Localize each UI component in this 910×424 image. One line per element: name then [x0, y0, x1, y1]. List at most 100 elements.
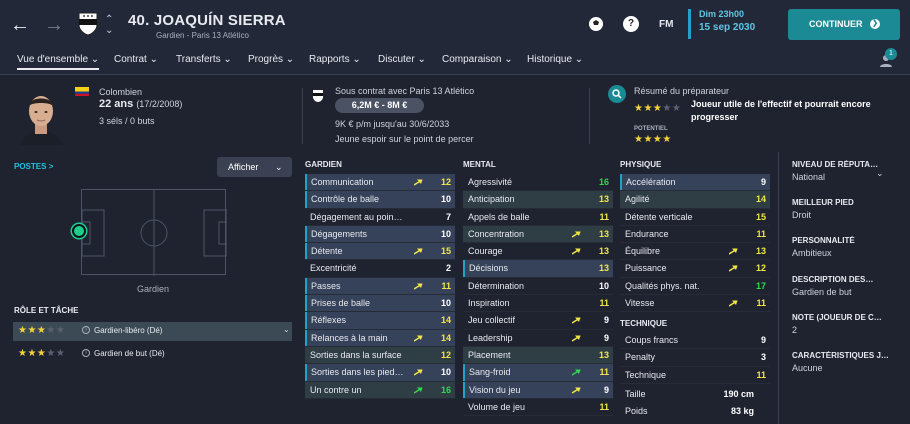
scout-report-button[interactable]	[608, 85, 626, 103]
info-heading: NOTE (JOUEUR DE C…	[792, 313, 882, 322]
attribute-row[interactable]: Relances à la main 14	[305, 329, 455, 347]
attribute-row[interactable]: Courage 13	[463, 243, 613, 261]
player-avatar	[20, 96, 62, 145]
attribute-row[interactable]: Accélération 9	[620, 174, 770, 192]
tab-compare[interactable]: Comparaison ⌄	[442, 54, 513, 65]
role-stars: ★★★★★	[18, 348, 66, 359]
attribute-row[interactable]: Sang-froid 11	[463, 364, 613, 382]
attribute-name: Concentration	[468, 228, 525, 239]
attribute-value: 2	[445, 263, 451, 274]
attribute-row[interactable]: Sorties dans la surface 12	[305, 346, 455, 365]
continue-button[interactable]: CONTINUER ❯	[788, 9, 900, 40]
back-arrow-icon[interactable]: ←	[10, 15, 30, 35]
attribute-value: 13	[598, 263, 609, 274]
attribute-row[interactable]: Taille 190 cm	[620, 386, 770, 403]
positions-link[interactable]: POSTES >	[14, 162, 53, 171]
trend-arrow-icon	[414, 179, 423, 186]
info-icon[interactable]: i	[82, 326, 90, 334]
attribute-value: 14	[755, 194, 766, 205]
attribute-row[interactable]: Agressivité 16	[463, 174, 613, 192]
info-icon[interactable]: i	[82, 349, 90, 357]
attribute-row[interactable]: Vision du jeu 9	[463, 381, 613, 399]
attribute-row[interactable]: Vitesse 11	[620, 295, 770, 313]
tab-history[interactable]: Historique ⌄	[527, 54, 583, 65]
show-dropdown[interactable]: Afficher ⌄	[217, 157, 292, 177]
attribute-row[interactable]: Communication 12	[305, 174, 455, 192]
attribute-name: Passes	[311, 280, 341, 291]
tab-label: Transferts	[176, 54, 221, 65]
attribute-row[interactable]: Passes 11	[305, 277, 455, 296]
attribute-row[interactable]: Technique 11	[620, 367, 770, 384]
attribute-row[interactable]: Équilibre 13	[620, 243, 770, 261]
attribute-row[interactable]: Penalty 3	[620, 349, 770, 367]
tab-discuss[interactable]: Discuter ⌄	[378, 54, 426, 65]
attribute-row[interactable]: Un contre un 16	[305, 381, 455, 399]
wage-info: 9K € p/m jusqu'au 30/6/2033	[335, 119, 450, 129]
technique-title: TECHNIQUE	[620, 319, 668, 328]
attribute-row[interactable]: Poids 83 kg	[620, 403, 770, 420]
attribute-row[interactable]: Contrôle de balle 10	[305, 191, 455, 209]
attribute-row[interactable]: Prises de balle 10	[305, 295, 455, 313]
notification-badge: 1	[885, 48, 897, 60]
separator	[302, 88, 303, 144]
attribute-row[interactable]: Endurance 11	[620, 226, 770, 244]
attribute-row[interactable]: Sorties dans les pied… 10	[305, 364, 455, 382]
attribute-value: 13	[598, 228, 609, 239]
chevron-down-icon[interactable]: ⌄	[283, 325, 290, 334]
attribute-name: Appels de balle	[468, 211, 530, 222]
attribute-row[interactable]: Coups francs 9	[620, 332, 770, 350]
attribute-row[interactable]: Volume de jeu 11	[463, 399, 613, 417]
attribute-row[interactable]: Qualités phys. nat. 17	[620, 278, 770, 296]
ball-icon[interactable]	[588, 16, 604, 32]
attribute-row[interactable]: Inspiration 11	[463, 295, 613, 313]
attribute-row[interactable]: Dégagement au poin… 7	[305, 209, 455, 226]
tab-nav: Vue d'ensemble ⌄ Contrat ⌄ Transferts ⌄ …	[0, 50, 910, 74]
attribute-value: 11	[599, 367, 609, 378]
tab-transfers[interactable]: Transferts ⌄	[176, 54, 232, 65]
tab-progress[interactable]: Progrès ⌄	[248, 54, 294, 65]
tab-contract[interactable]: Contrat ⌄	[114, 54, 158, 65]
player-age: 22 ans (17/2/2008)	[99, 98, 182, 110]
role-row[interactable]: ★★★★★ i Gardien de but (Dé)	[13, 345, 292, 364]
attribute-row[interactable]: Leadership 9	[463, 330, 613, 347]
attribute-value: 11	[756, 369, 766, 380]
forward-arrow-icon[interactable]: →	[44, 15, 64, 35]
attribute-row[interactable]: Détente verticale 15	[620, 209, 770, 226]
attribute-row[interactable]: Placement 13	[463, 346, 613, 365]
attribute-row[interactable]: Concentration 13	[463, 225, 613, 244]
attribute-row[interactable]: Décisions 13	[463, 260, 613, 278]
attribute-row[interactable]: Anticipation 13	[463, 191, 613, 209]
role-row[interactable]: ★★★★★ i Gardien-libéro (Dé) ⌄	[13, 322, 292, 341]
attribute-value: 11	[599, 298, 609, 309]
fm-menu-label[interactable]: FM	[659, 19, 673, 30]
attribute-name: Puissance	[625, 263, 667, 274]
help-icon[interactable]: ?	[623, 16, 639, 32]
tab-overview[interactable]: Vue d'ensemble ⌄	[17, 54, 100, 70]
roles-title: RÔLE ET TÂCHE	[14, 306, 79, 315]
attribute-name: Détermination	[468, 280, 525, 291]
player-switch-icon[interactable]: ⌃ ⌄	[105, 14, 113, 36]
info-value: Aucune	[792, 363, 823, 373]
attribute-row[interactable]: Appels de balle 11	[463, 209, 613, 226]
info-block: CARACTÉRISTIQUES J… Aucune	[792, 351, 902, 373]
attribute-row[interactable]: Détermination 10	[463, 278, 613, 296]
tab-label: Progrès	[248, 54, 284, 65]
tab-label: Discuter	[378, 54, 415, 65]
tab-reports[interactable]: Rapports ⌄	[309, 54, 361, 65]
attribute-row[interactable]: Jeu collectif 9	[463, 312, 613, 330]
attribute-row[interactable]: Réflexes 14	[305, 312, 455, 330]
attribute-row[interactable]: Agilité 14	[620, 191, 770, 209]
attribute-row[interactable]: Détente 15	[305, 243, 455, 261]
attribute-row[interactable]: Puissance 12	[620, 260, 770, 278]
attribute-name: Vitesse	[625, 298, 655, 309]
attribute-name: Décisions	[469, 263, 509, 274]
club-crest-icon[interactable]	[78, 12, 98, 36]
attribute-row[interactable]: Excentricité 2	[305, 260, 455, 278]
attribute-name: Communication	[311, 177, 374, 187]
attribute-row[interactable]: Dégagements 10	[305, 225, 455, 244]
attribute-value: 15	[755, 211, 766, 222]
tab-label: Vue d'ensemble	[17, 54, 89, 65]
info-heading: PERSONNALITÉ	[792, 236, 855, 245]
show-label: Afficher	[228, 162, 259, 172]
chevron-down-icon[interactable]: ⌄	[876, 168, 884, 179]
